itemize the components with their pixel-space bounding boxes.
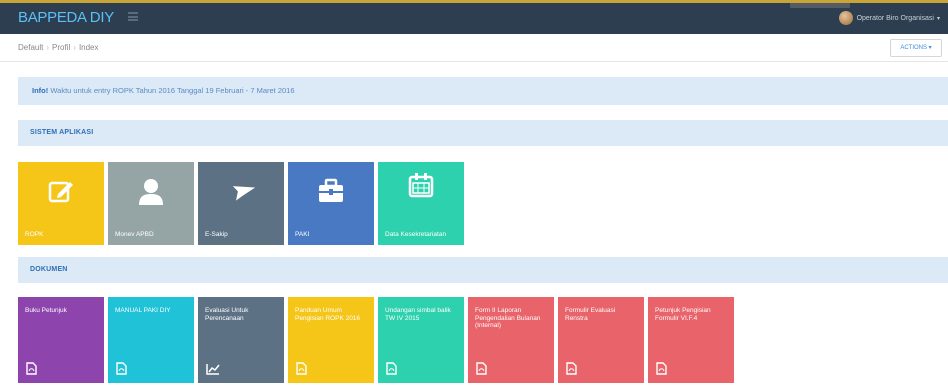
user-icon [108, 178, 194, 208]
app-tile-kesekretariatan[interactable]: Data Kesekretariatan [378, 162, 464, 245]
app-tile-monev[interactable]: Monev APBD [108, 162, 194, 245]
app-tile-ropk[interactable]: ROPK [18, 162, 104, 245]
app-tile-label: Monev APBD [115, 231, 154, 238]
breadcrumb-bar: Default › Profil › Index ACTIONS ▾ [0, 34, 948, 62]
app-tile-label: ROPK [25, 231, 44, 238]
document-title: Undangan simbal balik TW IV 2015 [385, 307, 451, 322]
app-tile-label: Data Kesekretariatan [385, 231, 447, 238]
document-tile[interactable]: Undangan simbal balik TW IV 2015 [378, 297, 464, 383]
menu-toggle-icon[interactable] [128, 12, 138, 21]
document-tile[interactable]: Buku Petunjuk [18, 297, 104, 383]
section-header-apps: SISTEM APLIKASI [18, 120, 948, 146]
actions-button[interactable]: ACTIONS ▾ [890, 39, 942, 57]
pdf-icon [26, 362, 37, 377]
document-title: Petunjuk Pengisian Formulir VI.F.4 [655, 307, 711, 322]
chart-icon [206, 363, 220, 377]
alert-text: Waktu untuk entry ROPK Tahun 2016 Tangga… [50, 86, 295, 95]
breadcrumb: Default › Profil › Index [18, 43, 99, 52]
document-tile[interactable]: MANUAL PAKI DIY [108, 297, 194, 383]
info-alert: Info! Waktu untuk entry ROPK Tahun 2016 … [18, 77, 948, 105]
pdf-icon [296, 362, 307, 377]
section-header-docs: DOKUMEN [18, 257, 948, 283]
document-tile[interactable]: Evaluasi Untuk Perencanaan [198, 297, 284, 383]
edit-icon [18, 178, 104, 206]
pdf-icon [116, 362, 127, 377]
top-navbar: BAPPEDA DIY Operator Biro Organisasi ▾ [0, 0, 948, 34]
breadcrumb-item[interactable]: Default [18, 43, 43, 52]
document-tile[interactable]: Formulir Evaluasi Renstra [558, 297, 644, 383]
plane-icon [198, 178, 284, 208]
document-title: Buku Petunjuk [25, 307, 67, 314]
document-title: Form II Laporan Pengendalian Bulanan (In… [475, 307, 541, 329]
chevron-down-icon: ▾ [936, 15, 940, 22]
pdf-icon [386, 362, 397, 377]
app-tiles: ROPK Monev APBD E-Sakip PAKI Data Kesekr… [18, 162, 468, 245]
document-tile[interactable]: Petunjuk Pengisian Formulir VI.F.4 [648, 297, 734, 383]
document-title: Formulir Evaluasi Renstra [565, 307, 616, 322]
alert-prefix: Info! [32, 86, 49, 95]
document-title: Evaluasi Untuk Perencanaan [205, 307, 249, 322]
document-tile[interactable]: Form II Laporan Pengendalian Bulanan (In… [468, 297, 554, 383]
document-title: MANUAL PAKI DIY [115, 307, 171, 314]
breadcrumb-item: Index [78, 43, 99, 52]
document-tiles: Buku Petunjuk MANUAL PAKI DIY Evaluasi U… [18, 297, 738, 383]
app-tile-label: E-Sakip [205, 231, 228, 238]
avatar [838, 11, 853, 25]
document-title: Panduan Umum Pengisian ROPK 2016 [295, 307, 361, 322]
user-menu[interactable]: Operator Biro Organisasi ▾ [838, 11, 940, 25]
app-tile-esakip[interactable]: E-Sakip [198, 162, 284, 245]
pdf-icon [476, 362, 487, 377]
decorative-strip [790, 3, 850, 8]
app-tile-paki[interactable]: PAKI [288, 162, 374, 245]
briefcase-icon [288, 178, 374, 206]
document-tile[interactable]: Panduan Umum Pengisian ROPK 2016 [288, 297, 374, 383]
user-name: Operator Biro Organisasi [856, 14, 934, 22]
breadcrumb-item[interactable]: Profil [52, 43, 70, 52]
calendar-icon [378, 172, 464, 200]
pdf-icon [656, 362, 667, 377]
app-logo[interactable]: BAPPEDA DIY [18, 9, 114, 26]
app-tile-label: PAKI [295, 231, 310, 238]
pdf-icon [566, 362, 577, 377]
